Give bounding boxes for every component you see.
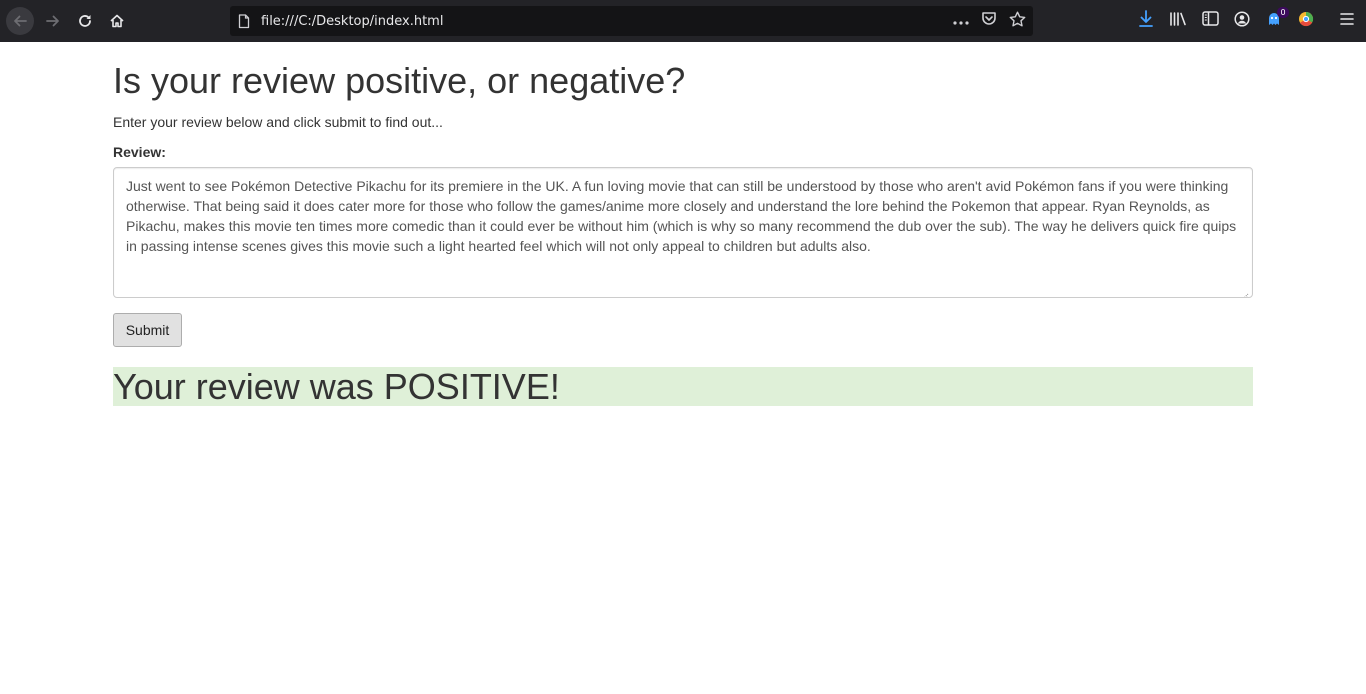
pocket-button[interactable] bbox=[980, 12, 998, 30]
library-icon bbox=[1169, 11, 1187, 32]
url-text[interactable]: file:///C:/Desktop/index.html bbox=[261, 14, 443, 29]
sidebar-icon bbox=[1201, 11, 1219, 31]
reload-button[interactable] bbox=[71, 7, 99, 35]
review-textarea[interactable]: Just went to see Pokémon Detective Pikac… bbox=[113, 167, 1253, 298]
reload-icon bbox=[77, 13, 93, 29]
review-label: Review: bbox=[113, 144, 166, 160]
submit-button[interactable]: Submit bbox=[113, 313, 182, 347]
intro-text: Enter your review below and click submit… bbox=[113, 114, 443, 130]
home-icon bbox=[109, 13, 125, 29]
home-button[interactable] bbox=[103, 7, 131, 35]
forward-button[interactable] bbox=[39, 7, 67, 35]
browser-toolbar: file:///C:/Desktop/index.html 0 bbox=[0, 0, 1366, 42]
extension-badge: 0 bbox=[1277, 7, 1289, 18]
back-arrow-icon bbox=[12, 13, 28, 29]
menu-button[interactable] bbox=[1337, 11, 1357, 31]
page-title: Is your review positive, or negative? bbox=[113, 60, 686, 101]
pocket-icon bbox=[981, 11, 997, 31]
url-bar[interactable]: file:///C:/Desktop/index.html bbox=[230, 6, 1033, 36]
downloads-button[interactable] bbox=[1136, 9, 1156, 33]
hamburger-menu-icon bbox=[1339, 12, 1355, 31]
download-icon bbox=[1138, 9, 1154, 33]
page-actions-button[interactable] bbox=[952, 12, 970, 30]
color-extension-icon bbox=[1298, 11, 1314, 32]
result-banner: Your review was POSITIVE! bbox=[113, 367, 1253, 406]
more-actions-icon bbox=[953, 12, 969, 30]
account-icon bbox=[1234, 10, 1250, 32]
library-button[interactable] bbox=[1168, 11, 1188, 31]
sidebar-button[interactable] bbox=[1200, 11, 1220, 31]
account-button[interactable] bbox=[1232, 10, 1252, 32]
back-button[interactable] bbox=[6, 7, 34, 35]
bookmark-button[interactable] bbox=[1008, 11, 1026, 32]
bookmark-star-icon bbox=[1009, 11, 1026, 32]
review-text[interactable]: Just went to see Pokémon Detective Pikac… bbox=[126, 178, 1236, 254]
forward-arrow-icon bbox=[45, 13, 61, 29]
color-extension-button[interactable] bbox=[1296, 11, 1316, 31]
resize-grip-icon[interactable] bbox=[1241, 286, 1249, 297]
page-icon bbox=[238, 14, 250, 34]
result-text: Your review was POSITIVE! bbox=[113, 366, 560, 407]
